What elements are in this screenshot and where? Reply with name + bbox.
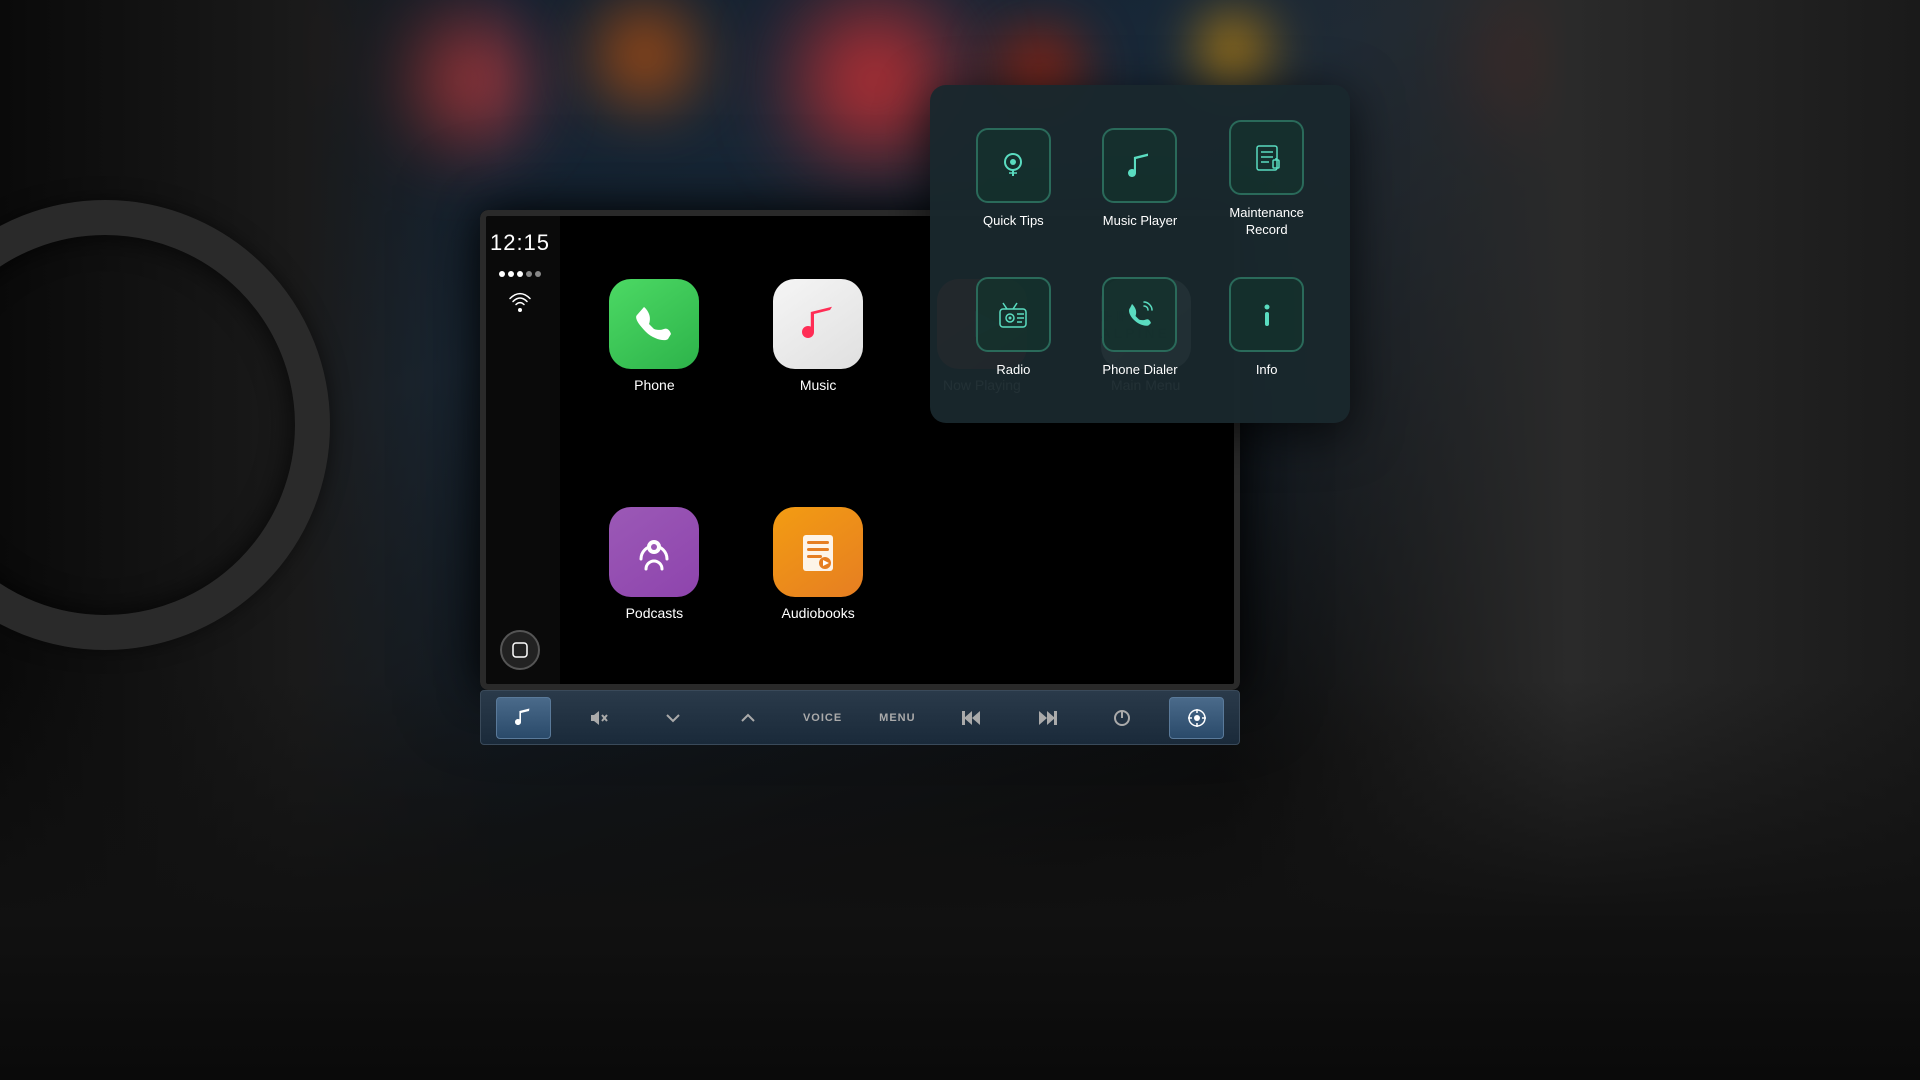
menu-item-music-player[interactable]: Music Player (1087, 115, 1194, 244)
bokeh-light-3 (800, 5, 950, 155)
app-music[interactable]: Music (744, 230, 893, 443)
signal-dot-4 (526, 271, 532, 277)
voice-label: VOICE (803, 712, 842, 724)
radio-icon-box (976, 277, 1051, 352)
podcasts-icon-bg (609, 507, 699, 597)
ctrl-nav[interactable] (1169, 697, 1224, 739)
signal-dot-3 (517, 271, 523, 277)
app-audiobooks[interactable]: Audiobooks (744, 458, 893, 671)
signal-dot-2 (508, 271, 514, 277)
clock-display: 12:15 (490, 230, 550, 256)
menu-item-info[interactable]: Info (1213, 264, 1320, 393)
screen-sidebar: 12:15 (480, 210, 560, 690)
maintenance-record-label: Maintenance Record (1218, 205, 1315, 239)
audiobooks-label: Audiobooks (782, 605, 855, 621)
signal-indicator (499, 271, 541, 277)
ctrl-power[interactable] (1094, 697, 1149, 739)
menu-item-radio[interactable]: Radio (960, 264, 1067, 393)
ctrl-music-mode[interactable] (496, 697, 551, 739)
menu-item-quick-tips[interactable]: Quick Tips (960, 115, 1067, 244)
info-icon-box (1229, 277, 1304, 352)
app-podcasts[interactable]: Podcasts (580, 458, 729, 671)
ctrl-prev[interactable] (945, 697, 1000, 739)
info-label: Info (1256, 362, 1278, 379)
signal-dot-5 (535, 271, 541, 277)
bokeh-light-2 (600, 10, 690, 100)
podcasts-label: Podcasts (626, 605, 684, 621)
quick-tips-icon-box (976, 128, 1051, 203)
ctrl-up[interactable] (720, 697, 775, 739)
control-bar: VOICE MENU (480, 690, 1240, 745)
phone-dialer-label: Phone Dialer (1102, 362, 1177, 379)
menu-label: MENU (879, 712, 915, 724)
maintenance-record-icon-box (1229, 120, 1304, 195)
ctrl-menu[interactable]: MENU (870, 697, 925, 739)
home-button[interactable] (500, 630, 540, 670)
music-icon-bg (773, 279, 863, 369)
phone-label: Phone (634, 377, 674, 393)
phone-icon-bg (609, 279, 699, 369)
ctrl-down[interactable] (645, 697, 700, 739)
music-player-label: Music Player (1103, 213, 1177, 230)
phone-dialer-icon-box (1102, 277, 1177, 352)
signal-dot-1 (499, 271, 505, 277)
radio-label: Radio (996, 362, 1030, 379)
menu-item-phone-dialer[interactable]: Phone Dialer (1087, 264, 1194, 393)
app-phone[interactable]: Phone (580, 230, 729, 443)
menu-item-maintenance-record[interactable]: Maintenance Record (1213, 115, 1320, 244)
ctrl-next[interactable] (1019, 697, 1074, 739)
audiobooks-icon-bg (773, 507, 863, 597)
ctrl-mute[interactable] (571, 697, 626, 739)
ctrl-voice[interactable]: VOICE (795, 697, 850, 739)
music-label: Music (800, 377, 837, 393)
wifi-icon (508, 292, 532, 318)
quick-tips-label: Quick Tips (983, 213, 1044, 230)
music-player-icon-box (1102, 128, 1177, 203)
popup-menu: Quick Tips Music Player Maintenance Reco… (930, 85, 1350, 423)
